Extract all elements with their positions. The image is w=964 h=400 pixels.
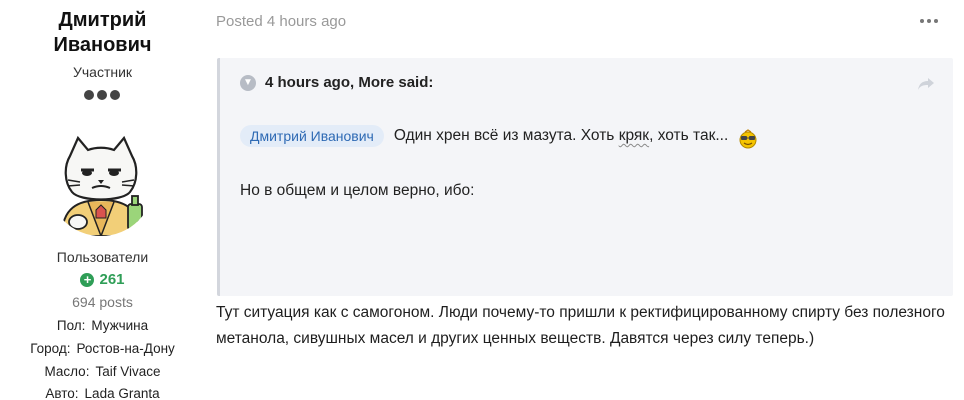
- user-mention[interactable]: Дмитрий Иванович: [240, 125, 384, 147]
- member-group: Пользователи: [56, 249, 149, 265]
- quote-header: ▼ 4 hours ago, More said:: [240, 74, 433, 91]
- quote-text-after: , хоть так...: [649, 127, 729, 144]
- more-horizontal-icon[interactable]: [917, 13, 941, 29]
- author-name[interactable]: Дмитрий Иванович: [0, 8, 205, 58]
- quote-text-before: Один хрен всё из мазута. Хоть: [393, 127, 619, 144]
- smiley-emoji-icon: [739, 129, 757, 149]
- field-value: Ростов-на-Дону: [76, 341, 175, 356]
- author-name-line2[interactable]: Иванович: [0, 33, 205, 58]
- field-label: Пол:: [56, 318, 86, 333]
- profile-field-gender: Пол: Мужчина: [0, 318, 205, 333]
- chevron-down-icon[interactable]: ▼: [240, 74, 256, 91]
- field-value: Мужчина: [91, 318, 149, 333]
- field-value: Taif Vivace: [95, 364, 161, 379]
- post-body: Тут ситуация как с самогоном. Люди почем…: [216, 304, 945, 347]
- field-label: Город:: [30, 341, 71, 356]
- reputation-badge[interactable]: + 261: [0, 271, 205, 288]
- post-count: 694 posts: [72, 294, 133, 310]
- rank-pips: [82, 90, 122, 102]
- field-label: Авто:: [45, 386, 79, 400]
- field-value: Lada Granta: [84, 386, 160, 400]
- profile-field-oil: Масло: Taif Vivace: [0, 364, 205, 379]
- field-label: Масло:: [44, 364, 90, 379]
- post-date[interactable]: Posted 4 hours ago: [216, 13, 346, 30]
- author-name-line1[interactable]: Дмитрий: [0, 8, 205, 33]
- profile-field-city: Город: Ростов-на-Дону: [0, 341, 205, 356]
- reputation-count: 261: [99, 271, 125, 288]
- quote-line1-text: Один хрен всё из мазута. Хоть кряк, хоть…: [394, 127, 728, 145]
- quote-citation[interactable]: 4 hours ago, More said:: [265, 74, 433, 91]
- plus-circle-icon: +: [80, 272, 95, 287]
- quote-line2: Но в общем и целом верно, ибо:: [240, 182, 475, 199]
- avatar[interactable]: [48, 130, 154, 236]
- profile-field-car: Авто: Lada Granta: [0, 386, 205, 400]
- quote-text: Дмитрий Иванович Один хрен всё из мазута…: [240, 125, 758, 149]
- share-arrow-icon[interactable]: [917, 76, 935, 92]
- quote-block: ▼ 4 hours ago, More said: Дмитрий Иванов…: [217, 58, 953, 296]
- author-rank: Участник: [72, 64, 133, 80]
- spellcheck-word: кряк: [618, 127, 650, 144]
